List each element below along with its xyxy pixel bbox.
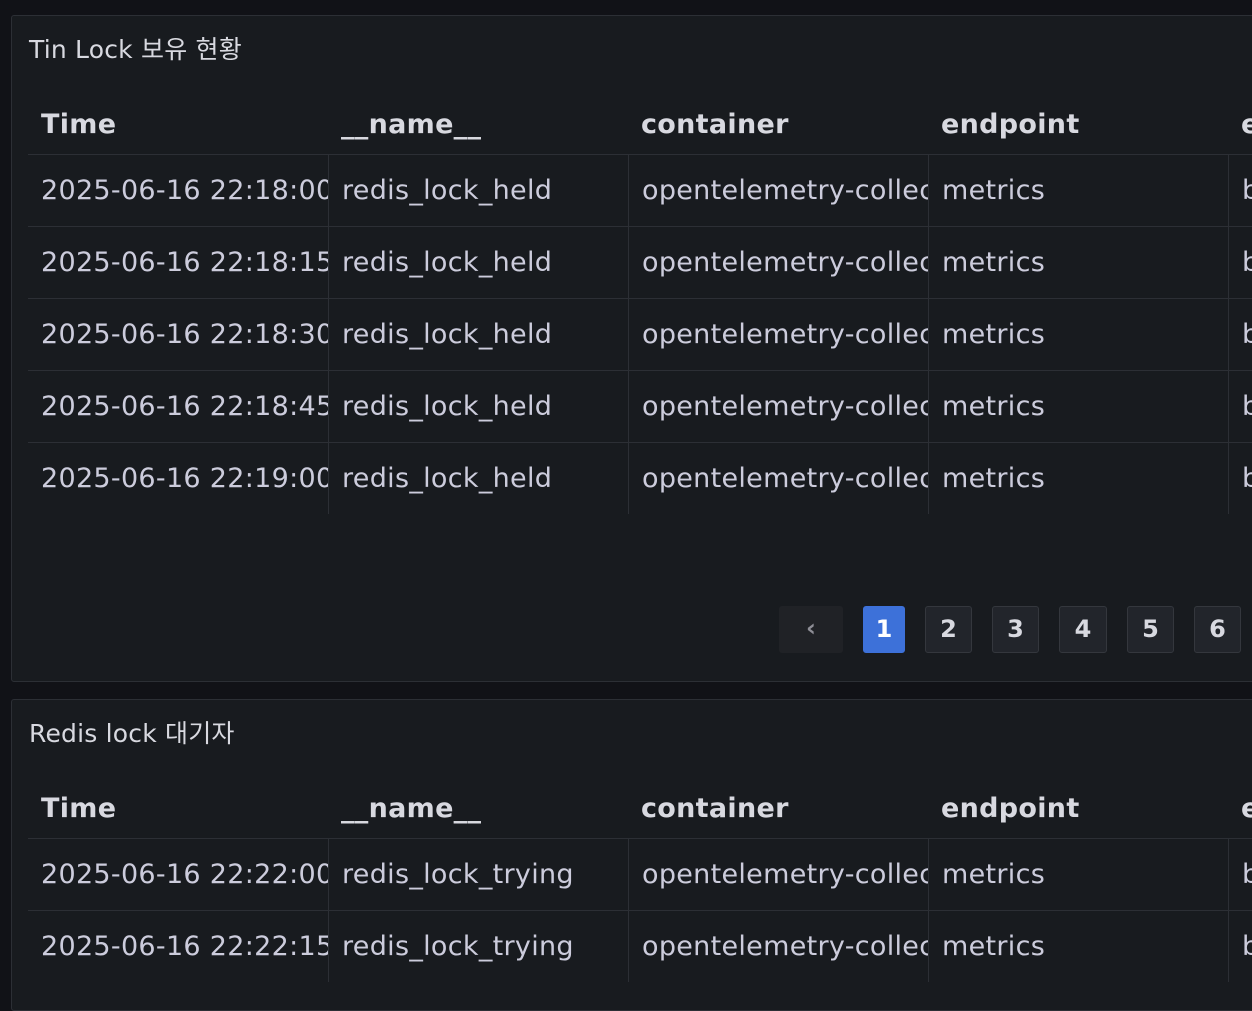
cell-name: redis_lock_held [328,443,628,514]
cell-container: opentelemetry-collector [628,911,928,982]
prev-page-button[interactable]: ‹ [779,606,843,653]
column-header-container[interactable]: container [628,96,928,154]
cell-container: opentelemetry-collector [628,371,928,442]
page-button-5[interactable]: 5 [1127,606,1174,653]
cell-container: opentelemetry-collector [628,839,928,910]
cell-e: b [1228,839,1252,910]
page-button-4[interactable]: 4 [1059,606,1107,653]
data-table: Time __name__ container endpoint e 2025-… [28,96,1252,514]
cell-container: opentelemetry-collector [628,443,928,514]
table-row: 2025-06-16 22:18:00 redis_lock_held open… [28,155,1252,227]
lock-waiters-panel: Redis lock 대기자 Time __name__ container e… [11,699,1252,1011]
table-row: 2025-06-16 22:22:00 redis_lock_trying op… [28,839,1252,911]
column-header-endpoint[interactable]: endpoint [928,96,1228,154]
page-button-1[interactable]: 1 [863,606,905,653]
column-header-e[interactable]: e [1228,96,1252,154]
cell-name: redis_lock_trying [328,839,628,910]
table-row: 2025-06-16 22:18:30 redis_lock_held open… [28,299,1252,371]
column-header-name[interactable]: __name__ [328,96,628,154]
cell-name: redis_lock_held [328,155,628,226]
cell-e: b [1228,227,1252,298]
cell-endpoint: metrics [928,911,1228,982]
column-header-e[interactable]: e [1228,780,1252,838]
chevron-left-icon: ‹ [806,614,816,642]
cell-endpoint: metrics [928,299,1228,370]
cell-endpoint: metrics [928,227,1228,298]
page-button-3[interactable]: 3 [992,606,1039,653]
cell-endpoint: metrics [928,443,1228,514]
cell-endpoint: metrics [928,839,1228,910]
column-header-endpoint[interactable]: endpoint [928,780,1228,838]
column-header-container[interactable]: container [628,780,928,838]
column-header-time[interactable]: Time [28,780,328,838]
table-row: 2025-06-16 22:19:00 redis_lock_held open… [28,443,1252,514]
cell-endpoint: metrics [928,155,1228,226]
cell-time: 2025-06-16 22:19:00 [41,463,328,494]
panel-title[interactable]: Tin Lock 보유 현황 [29,30,242,66]
cell-time: 2025-06-16 22:22:00 [41,859,328,890]
data-table: Time __name__ container endpoint e 2025-… [28,780,1252,982]
cell-e: b [1228,443,1252,514]
cell-name: redis_lock_held [328,299,628,370]
cell-e: b [1228,371,1252,442]
column-header-time[interactable]: Time [28,96,328,154]
cell-time: 2025-06-16 22:22:15 [41,931,328,962]
lock-held-panel: Tin Lock 보유 현황 Time __name__ container e… [11,15,1252,682]
cell-container: opentelemetry-collector [628,155,928,226]
panel-title[interactable]: Redis lock 대기자 [29,714,235,750]
cell-container: opentelemetry-collector [628,299,928,370]
cell-time: 2025-06-16 22:18:45 [41,391,328,422]
table-header: Time __name__ container endpoint e [28,96,1252,155]
cell-time: 2025-06-16 22:18:15 [41,247,328,278]
cell-time: 2025-06-16 22:18:00 [41,175,328,206]
cell-name: redis_lock_trying [328,911,628,982]
cell-container: opentelemetry-collector [628,227,928,298]
cell-time: 2025-06-16 22:18:30 [41,319,328,350]
cell-e: b [1228,911,1252,982]
page-button-2[interactable]: 2 [925,606,972,653]
table-row: 2025-06-16 22:18:15 redis_lock_held open… [28,227,1252,299]
cell-name: redis_lock_held [328,227,628,298]
table-row: 2025-06-16 22:22:15 redis_lock_trying op… [28,911,1252,982]
page-button-6[interactable]: 6 [1194,606,1241,653]
cell-e: b [1228,299,1252,370]
cell-endpoint: metrics [928,371,1228,442]
column-header-name[interactable]: __name__ [328,780,628,838]
table-row: 2025-06-16 22:18:45 redis_lock_held open… [28,371,1252,443]
cell-e: b [1228,155,1252,226]
table-header: Time __name__ container endpoint e [28,780,1252,839]
cell-name: redis_lock_held [328,371,628,442]
